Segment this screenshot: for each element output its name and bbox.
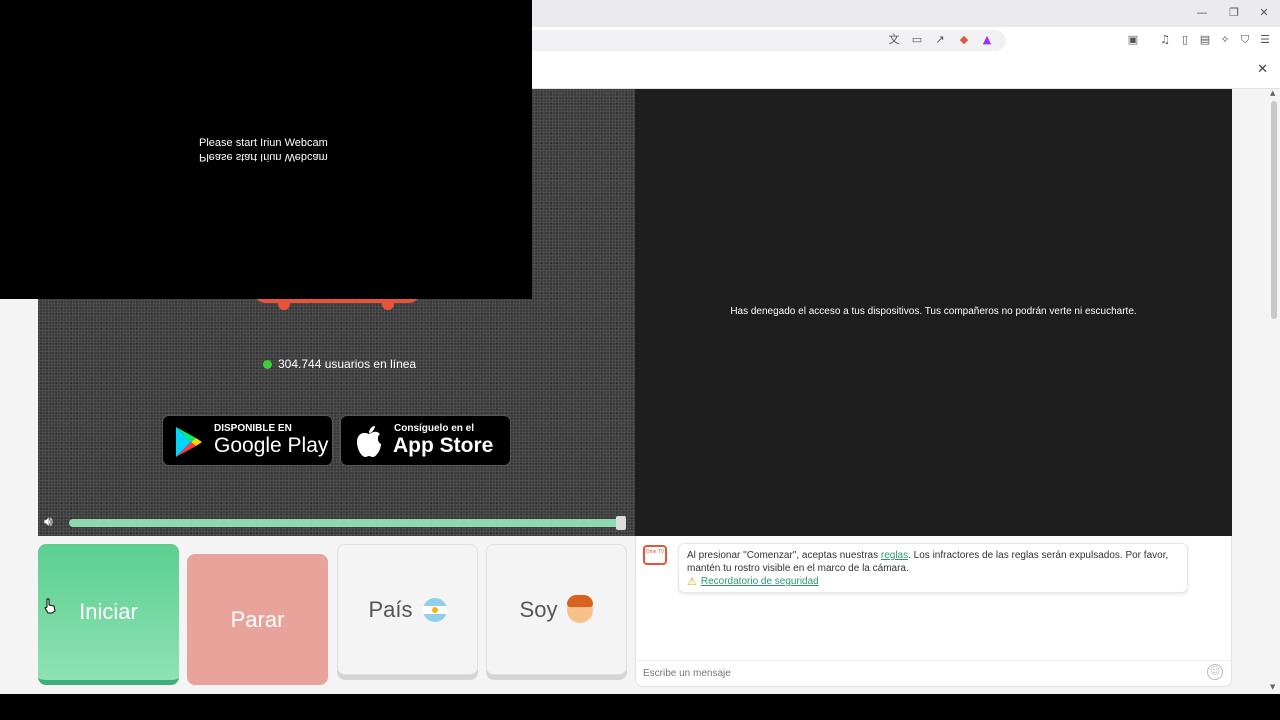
google-play-icon	[176, 427, 202, 457]
online-count-text: 304.744 usuarios en línea	[278, 357, 417, 371]
media-icon[interactable]: ♫	[1157, 32, 1173, 48]
menu-icon[interactable]: ☰	[1257, 32, 1273, 48]
rules-link[interactable]: reglas	[881, 550, 908, 561]
app-store-big: App Store	[393, 434, 494, 457]
online-count: 304.744 usuarios en línea	[263, 357, 416, 371]
partner-video: Has denegado el acceso a tus dispositivo…	[635, 89, 1232, 536]
start-label: Iniciar	[79, 599, 138, 624]
google-play-big: Google Play	[214, 434, 329, 457]
warning-icon: ⚠	[687, 575, 697, 588]
start-button[interactable]: Iniciar	[38, 544, 179, 685]
reader-icon[interactable]: ▣	[1125, 32, 1141, 48]
gender-label: Soy	[519, 596, 558, 622]
browser-toolbar: 文 ▭ ↗ ◆ ▲ ▣ ♫ ▯ ▤ ✧ ⛉ ☰	[532, 27, 1280, 54]
google-play-button[interactable]: DISPONIBLE EN Google Play	[162, 415, 333, 466]
webcam-message-line: Please start Iriun Webcam	[199, 137, 328, 149]
page-scrollbar[interactable]: ▲ ▼	[1268, 89, 1280, 694]
logo-foot	[278, 298, 290, 310]
country-button[interactable]: País	[337, 544, 478, 675]
stop-label: Parar	[230, 606, 285, 632]
info-bar: ✕	[532, 54, 1280, 89]
volume-thumb[interactable]	[616, 516, 626, 530]
vpn-icon[interactable]: ⛉	[1237, 32, 1253, 48]
chat-panel: Ome TV Al presionar "Comenzar", aceptas …	[635, 536, 1232, 687]
apple-icon	[357, 426, 381, 457]
stop-button[interactable]: Parar	[187, 554, 328, 685]
brave-shield-icon[interactable]: ◆	[956, 32, 972, 48]
webcam-message: Please start Iriun Webcam Please start I…	[199, 137, 328, 163]
restore-icon[interactable]: ❐	[1226, 5, 1242, 21]
message-input[interactable]	[636, 660, 1231, 686]
country-label: País	[368, 596, 413, 622]
screen: — ❐ ✕ 文 ▭ ↗ ◆ ▲ ▣ ♫ ▯ ▤ ✧ ⛉ ☰ ✕ 304.744 …	[0, 0, 1280, 720]
emoji-icon[interactable]: ☺	[1207, 664, 1223, 680]
volume-icon[interactable]: 🔊︎	[44, 514, 53, 530]
volume-slider[interactable]	[69, 519, 623, 527]
hand-cursor-icon	[44, 598, 56, 614]
close-icon[interactable]: ✕	[1257, 62, 1268, 77]
app-store-button[interactable]: Consíguelo en el App Store	[340, 415, 511, 466]
browser-titlebar: — ❐ ✕	[532, 0, 1280, 27]
screencast-icon[interactable]: ▭	[909, 32, 925, 48]
wallet-icon[interactable]: ▤	[1197, 32, 1213, 48]
close-window-icon[interactable]: ✕	[1256, 5, 1272, 21]
sidebar-icon[interactable]: ▯	[1177, 32, 1193, 48]
boy-face-icon	[567, 594, 594, 623]
bottom-bar	[0, 694, 1280, 720]
scroll-thumb[interactable]	[1271, 101, 1277, 319]
translate-icon[interactable]: 文	[886, 32, 902, 48]
argentina-flag-icon	[422, 597, 447, 622]
denied-message: Has denegado el acceso a tus dispositivo…	[730, 306, 1137, 317]
webcam-preview-window: Please start Iriun Webcam Please start I…	[0, 0, 532, 299]
online-dot-icon	[263, 359, 272, 369]
minimize-icon[interactable]: —	[1194, 5, 1210, 21]
webcam-message-mirrored: Please start Iriun Webcam	[199, 151, 328, 163]
notice-text: Al presionar "Comenzar", aceptas nuestra…	[687, 550, 881, 561]
scroll-up-icon[interactable]: ▲	[1270, 89, 1275, 97]
rewards-icon[interactable]: ▲	[979, 32, 995, 48]
volume-control: 🔊︎	[38, 513, 635, 533]
logo-foot	[382, 298, 394, 310]
rules-notice: Al presionar "Comenzar", aceptas nuestra…	[678, 543, 1188, 593]
google-play-small: DISPONIBLE EN	[214, 423, 292, 434]
gender-button[interactable]: Soy	[486, 544, 627, 675]
share-icon[interactable]: ↗	[932, 32, 948, 48]
leo-icon[interactable]: ✧	[1217, 32, 1233, 48]
scroll-down-icon[interactable]: ▼	[1270, 683, 1275, 691]
ometv-tv-icon: Ome TV	[643, 545, 667, 565]
app-store-small: Consíguelo en el	[394, 423, 475, 434]
safety-reminder-link[interactable]: Recordatorio de seguridad	[701, 575, 819, 588]
